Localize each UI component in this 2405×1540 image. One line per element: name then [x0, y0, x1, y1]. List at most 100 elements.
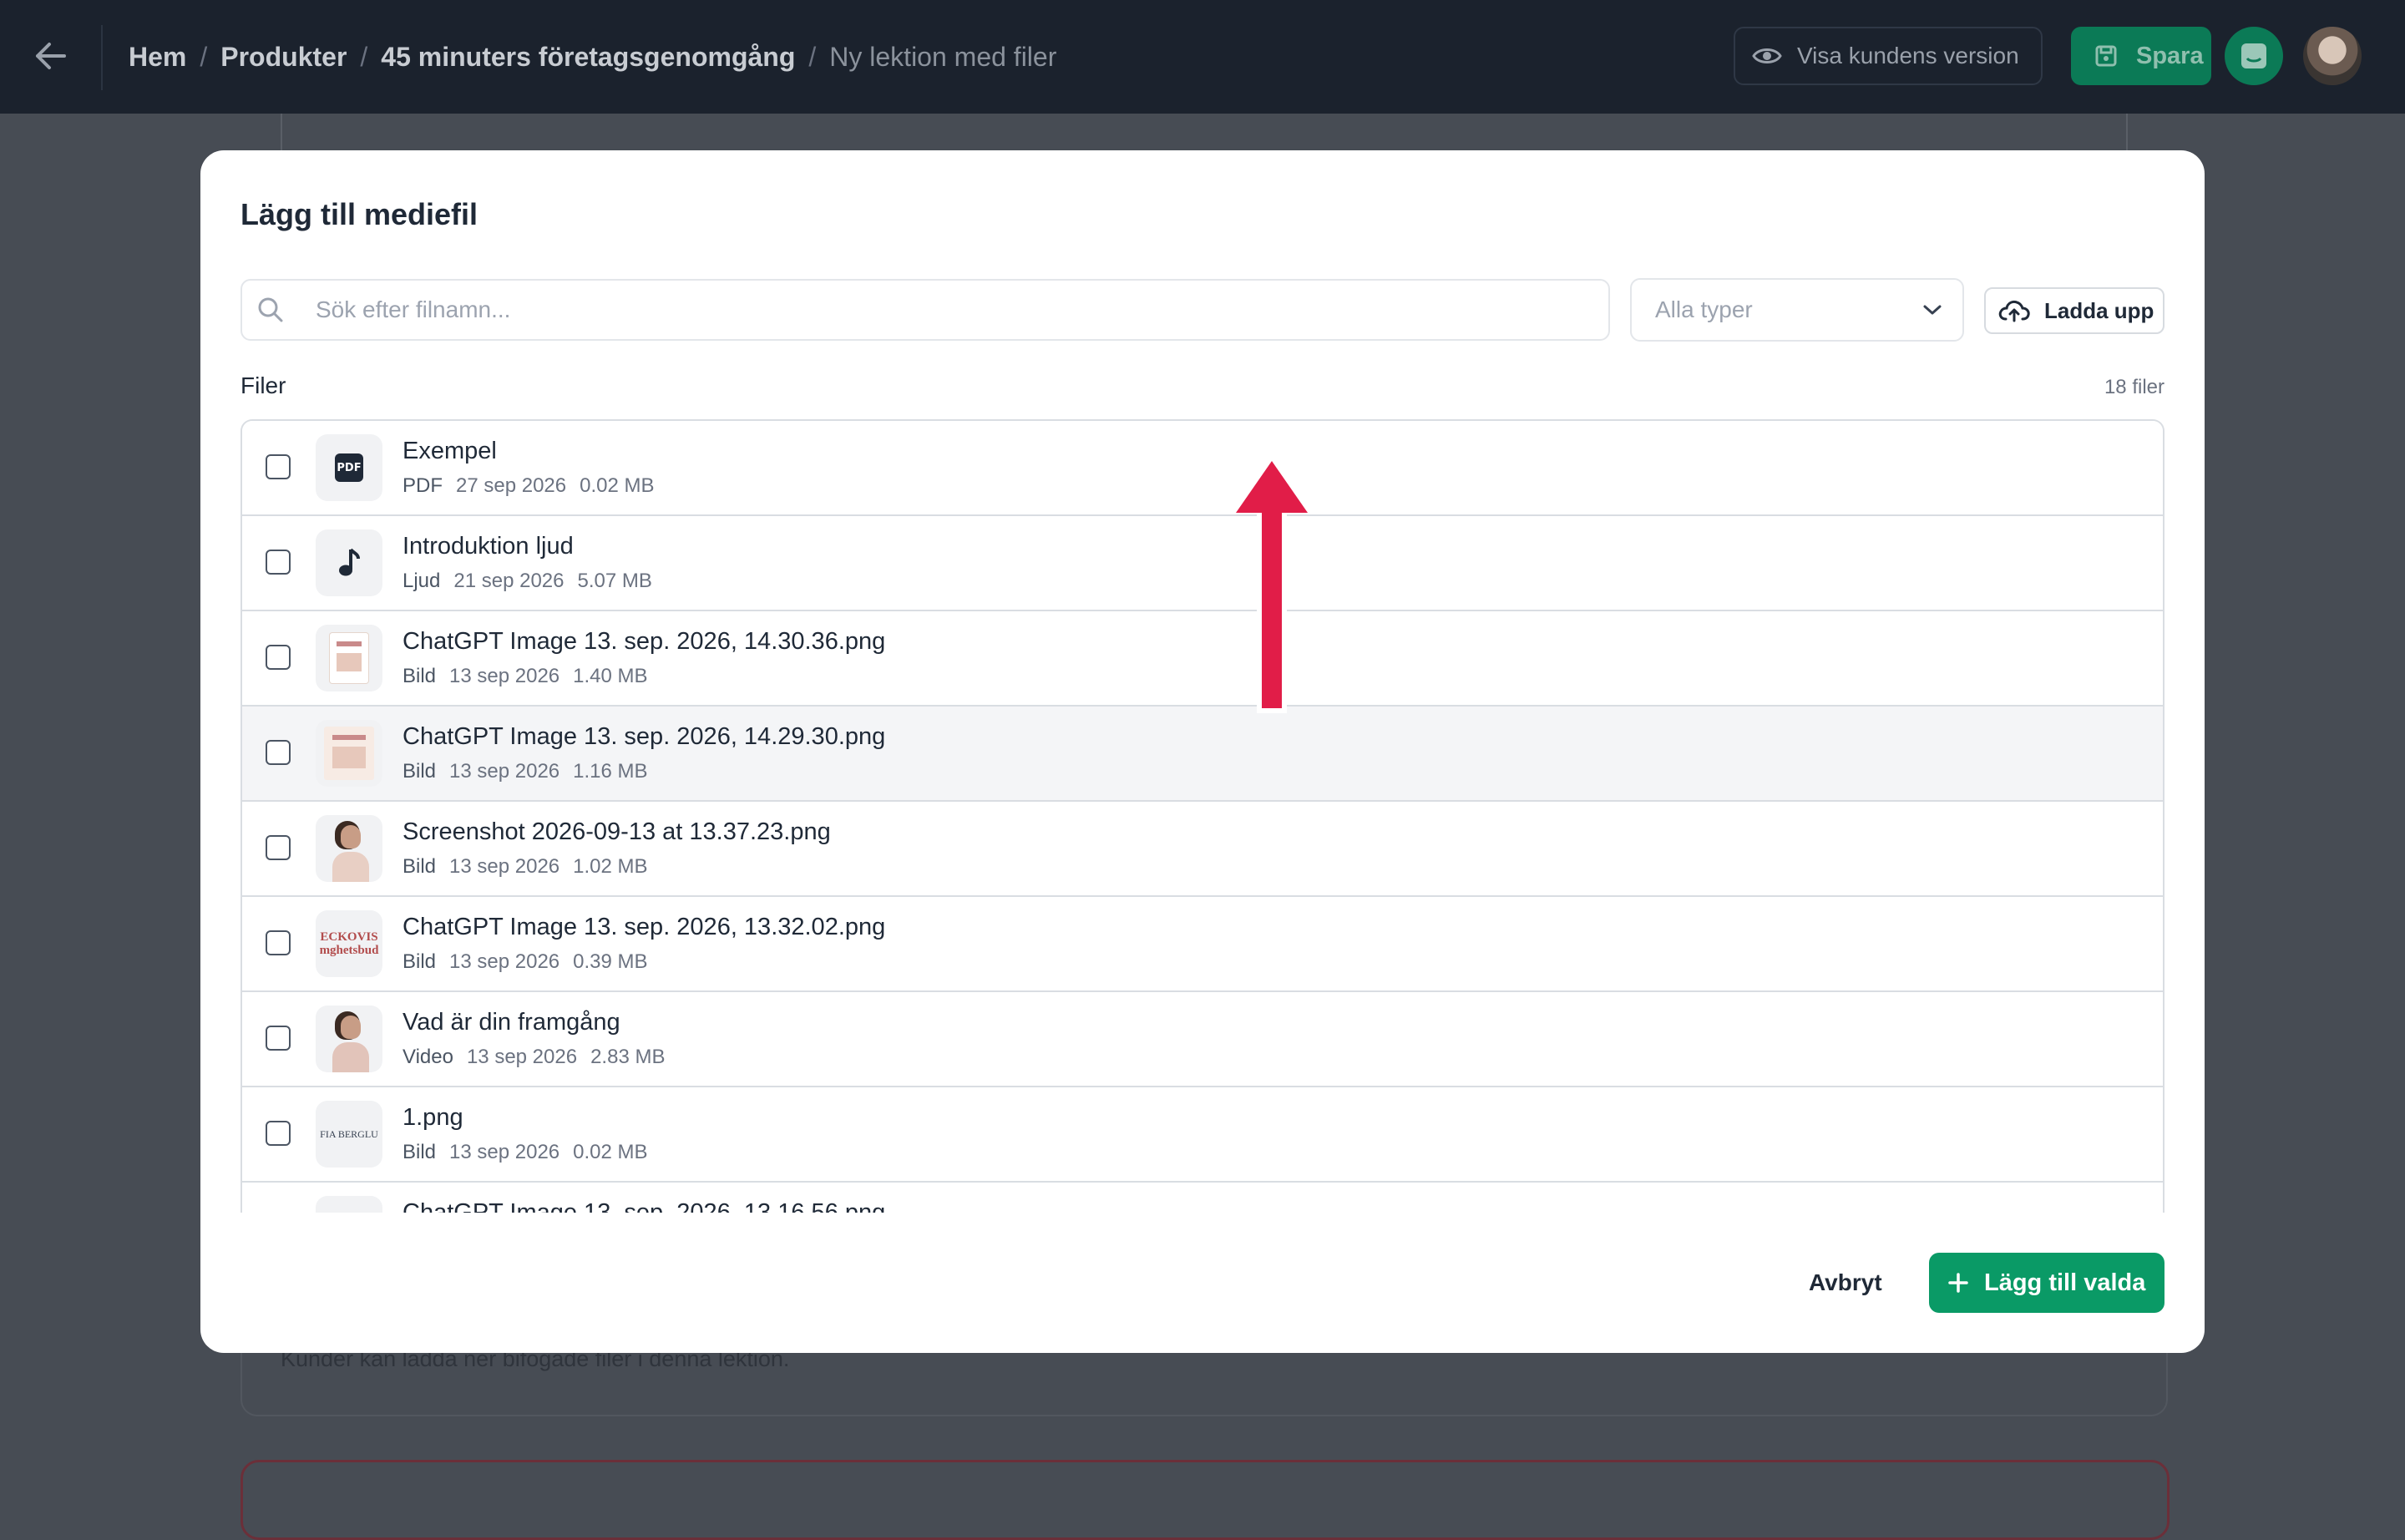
- file-row[interactable]: ECKOVIS mghetsbud ChatGPT Image 13. sep.…: [242, 897, 2163, 992]
- back-button[interactable]: [28, 33, 73, 79]
- thumbnail-text: ECKOVIS mghetsbud: [319, 930, 379, 957]
- file-type: PDF: [403, 474, 443, 497]
- plus-icon: [1947, 1272, 1969, 1294]
- file-size: 0.02 MB: [573, 1141, 648, 1163]
- cloud-upload-icon: [1997, 298, 2031, 323]
- breadcrumb-separator: /: [200, 41, 208, 72]
- files-section-label: Filer: [240, 372, 286, 398]
- cancel-button[interactable]: Avbryt: [1809, 1269, 1882, 1296]
- upload-button[interactable]: Ladda upp: [1984, 287, 2164, 334]
- breadcrumb: Hem / Produkter / 45 minuters företagsge…: [129, 0, 1056, 114]
- file-row[interactable]: ChatGPT Image 13. sep. 2026, 14.29.30.pn…: [242, 707, 2163, 802]
- arrow-left-icon: [34, 41, 68, 71]
- file-meta: Video 13 sep 2026 2.83 MB: [403, 1046, 678, 1069]
- chat-button[interactable]: [2225, 27, 2283, 85]
- music-note-icon: [337, 546, 362, 580]
- file-meta: Ljud 21 sep 2026 5.07 MB: [403, 570, 666, 593]
- file-type: Bild: [403, 665, 437, 687]
- file-name: Exempel: [403, 438, 497, 464]
- breadcrumb-products[interactable]: Produkter: [220, 42, 347, 73]
- file-date: 13 sep 2026: [466, 1046, 578, 1068]
- file-size: 0.02 MB: [580, 474, 655, 497]
- file-date: 13 sep 2026: [449, 855, 560, 878]
- file-list[interactable]: PDF Exempel PDF 27 sep 2026 0.02 MB Introd…: [240, 419, 2164, 1213]
- add-media-modal: Lägg till mediefil Alla typer Ladda upp …: [200, 150, 2205, 1353]
- breadcrumb-product[interactable]: 45 minuters företagsgenomgång: [381, 42, 795, 73]
- file-row[interactable]: Vad är din framgång Video 13 sep 2026 2.83…: [242, 992, 2163, 1087]
- pdf-icon: PDF: [335, 453, 363, 482]
- file-meta: Bild 13 sep 2026 1.16 MB: [403, 760, 661, 783]
- file-date: 13 sep 2026: [449, 1141, 560, 1163]
- file-checkbox[interactable]: [266, 835, 291, 860]
- file-row[interactable]: ChatGPT Image 13. sep. 2026, 14.30.36.pn…: [242, 611, 2163, 707]
- file-thumbnail: ECKOVIS mghetsbud: [316, 910, 382, 977]
- annotation-arrow-up-icon: [1236, 461, 1308, 513]
- file-type: Bild: [403, 760, 437, 783]
- eye-icon: [1752, 45, 1782, 67]
- add-selected-label: Lägg till valda: [1984, 1269, 2146, 1296]
- file-checkbox[interactable]: [266, 740, 291, 765]
- file-size: 2.83 MB: [590, 1046, 666, 1068]
- file-name: Screenshot 2026-09-13 at 13.37.23.png: [403, 818, 831, 845]
- file-checkbox[interactable]: [266, 930, 291, 955]
- type-filter-value: Alla typer: [1655, 296, 1753, 322]
- save-button[interactable]: Spara: [2071, 27, 2211, 85]
- file-type: Bild: [403, 855, 437, 878]
- file-thumbnail: PDF: [316, 434, 382, 501]
- file-thumbnail: FIA BERGLU: [316, 1101, 382, 1168]
- upload-label: Ladda upp: [2044, 297, 2154, 323]
- file-meta: Bild 13 sep 2026 0.02 MB: [403, 1141, 661, 1164]
- file-type: Bild: [403, 950, 437, 973]
- files-count: 18 filer: [2104, 376, 2164, 398]
- annotation-arrow-shaft: [1262, 501, 1282, 708]
- file-row[interactable]: ChatGPT Image 13. sep. 2026, 13.16.56.pn…: [242, 1183, 2163, 1213]
- file-meta: Bild 13 sep 2026 1.02 MB: [403, 855, 661, 879]
- file-meta: PDF 27 sep 2026 0.02 MB: [403, 474, 668, 498]
- view-customer-version-label: Visa kundens version: [1797, 43, 2019, 68]
- file-checkbox[interactable]: [266, 645, 291, 670]
- search-field[interactable]: [240, 279, 1610, 341]
- file-type: Video: [403, 1046, 453, 1068]
- file-name: ChatGPT Image 13. sep. 2026, 13.32.02.pn…: [403, 914, 886, 940]
- file-row[interactable]: Introduktion ljud Ljud 21 sep 2026 5.07 MB: [242, 516, 2163, 611]
- file-row[interactable]: Screenshot 2026-09-13 at 13.37.23.png Bi…: [242, 802, 2163, 897]
- file-checkbox[interactable]: [266, 454, 291, 479]
- file-thumbnail: [316, 815, 382, 882]
- view-customer-version-button[interactable]: Visa kundens version: [1734, 27, 2043, 85]
- search-input[interactable]: [314, 296, 1570, 324]
- file-checkbox[interactable]: [266, 1026, 291, 1051]
- file-type: Ljud: [403, 570, 441, 592]
- thumbnail-text: FIA BERGLU: [320, 1127, 378, 1140]
- file-thumbnail: [316, 625, 382, 691]
- file-thumbnail: [316, 1006, 382, 1072]
- avatar[interactable]: [2303, 27, 2362, 85]
- breadcrumb-current: Ny lektion med filer: [829, 41, 1057, 72]
- file-checkbox[interactable]: [266, 550, 291, 575]
- file-name: ChatGPT Image 13. sep. 2026, 13.16.56.pn…: [403, 1199, 886, 1213]
- breadcrumb-home[interactable]: Hem: [129, 42, 186, 73]
- chat-icon: [2240, 42, 2268, 70]
- type-filter-select[interactable]: Alla typer: [1630, 278, 1964, 342]
- file-size: 1.16 MB: [573, 760, 648, 783]
- file-date: 13 sep 2026: [449, 665, 560, 687]
- file-name: Introduktion ljud: [403, 533, 574, 560]
- file-date: 21 sep 2026: [453, 570, 565, 592]
- file-name: ChatGPT Image 13. sep. 2026, 14.29.30.pn…: [403, 723, 886, 750]
- file-meta: Bild 13 sep 2026 0.39 MB: [403, 950, 661, 974]
- file-name: ChatGPT Image 13. sep. 2026, 14.30.36.pn…: [403, 628, 886, 655]
- add-selected-button[interactable]: Lägg till valda: [1929, 1253, 2164, 1313]
- modal-title: Lägg till mediefil: [240, 197, 478, 231]
- file-row[interactable]: PDF Exempel PDF 27 sep 2026 0.02 MB: [242, 421, 2163, 516]
- file-meta: Bild 13 sep 2026 1.40 MB: [403, 665, 661, 688]
- file-date: 13 sep 2026: [449, 950, 560, 973]
- file-name: Vad är din framgång: [403, 1009, 620, 1036]
- file-thumbnail: [316, 720, 382, 787]
- file-size: 1.40 MB: [573, 665, 648, 687]
- file-name: 1.png: [403, 1104, 463, 1131]
- file-date: 27 sep 2026: [456, 474, 567, 497]
- file-row[interactable]: FIA BERGLU 1.png Bild 13 sep 2026 0.02 MB: [242, 1087, 2163, 1183]
- background-danger-card: [240, 1460, 2170, 1540]
- file-date: 13 sep 2026: [449, 760, 560, 783]
- chevron-down-icon: [1922, 304, 1942, 316]
- file-checkbox[interactable]: [266, 1121, 291, 1146]
